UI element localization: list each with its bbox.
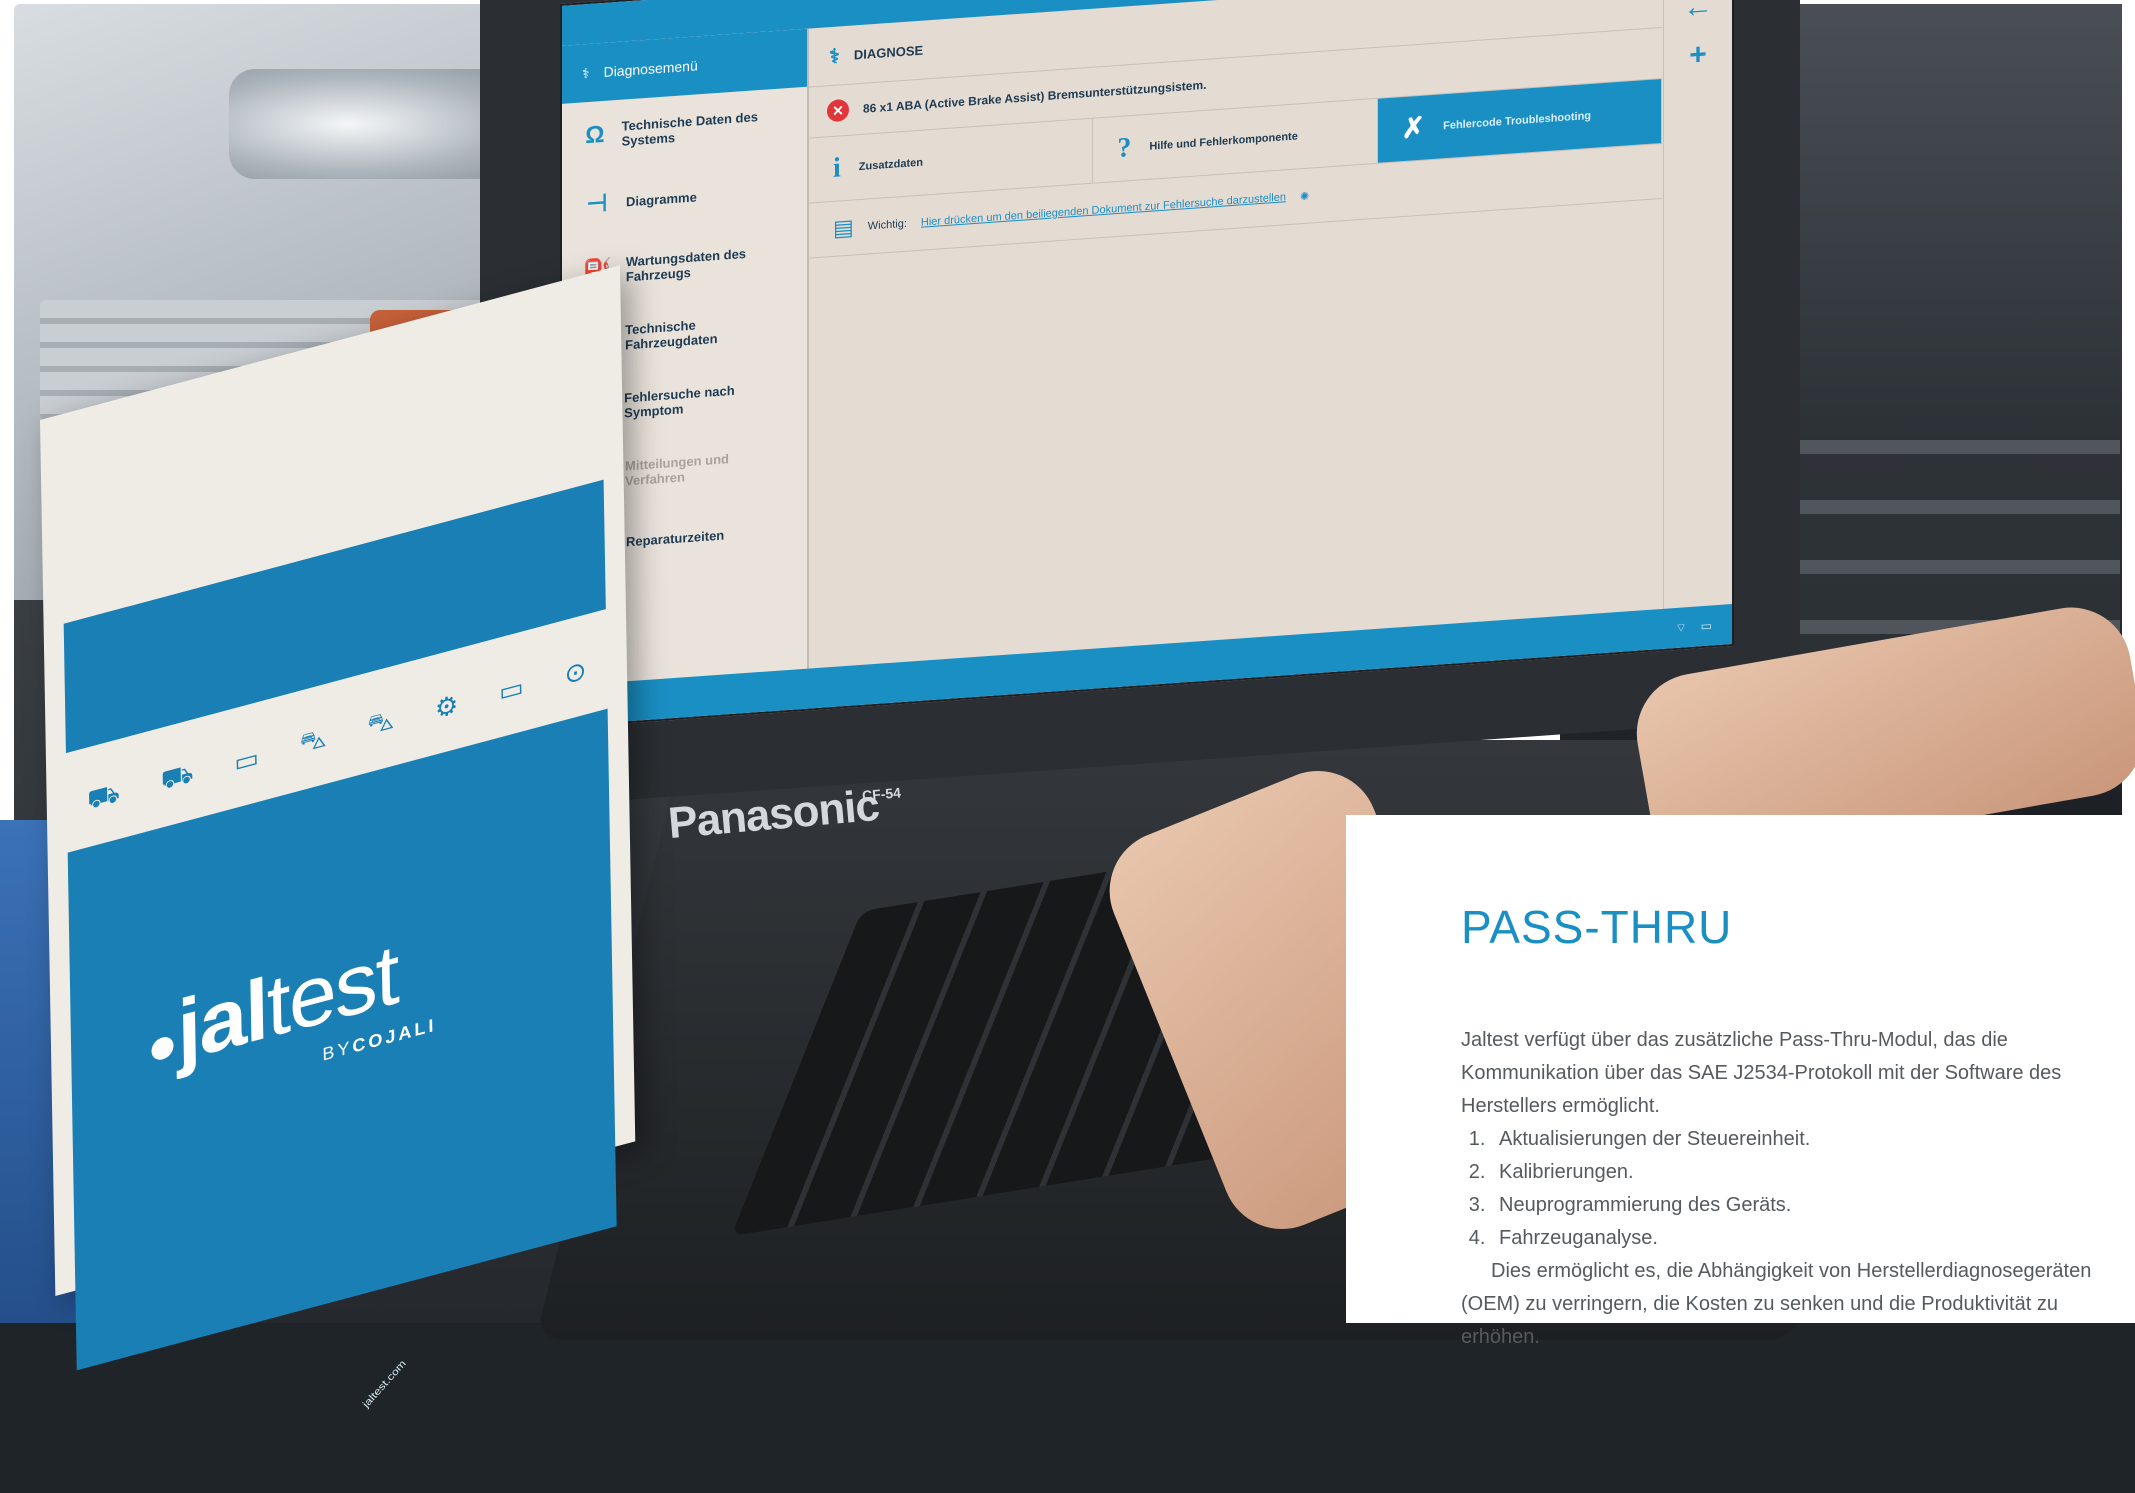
omega-icon: Ω	[585, 120, 605, 150]
car-icon: ⛍	[367, 703, 395, 741]
bus-icon: ▭	[234, 741, 260, 778]
list-item: Kalibrierungen.	[1491, 1156, 2111, 1189]
list-item: Neuprogrammierung des Geräts.	[1491, 1189, 2111, 1222]
battery-icon: ▭	[1700, 618, 1712, 634]
motorcycle-icon: ⊙	[564, 653, 587, 690]
list-item: Aktualisierungen der Steuereinheit.	[1491, 1123, 2111, 1156]
arrow-left-icon[interactable]: ←	[1683, 0, 1713, 25]
laptop-model: CF-54	[861, 784, 902, 804]
screen-side-toolbar: ← +	[1663, 0, 1732, 609]
wifi-icon: ⌔	[1675, 619, 1687, 635]
tools-icon: ✗	[1401, 112, 1426, 146]
jaltest-brochure: ⛟ ⛟ ▭ ⛍ ⛍ ⚙ ▭ ⊙ jaltest BYCOJALI jaltest…	[40, 265, 636, 1410]
question-icon: ?	[1117, 132, 1132, 165]
truck-icon: ⛟	[86, 776, 121, 815]
error-icon: ✕	[827, 98, 849, 123]
stethoscope-icon: ⚕	[582, 64, 590, 81]
truck-icon: ⛟	[160, 756, 194, 796]
diagnosis-panel: ⚕ DIAGNOSE ✕ 86 x1 ABA (Active Brake Ass…	[809, 0, 1662, 669]
list-item: Fahrzeuganalyse.	[1491, 1222, 2111, 1255]
pass-thru-card: PASS-THRU Jaltest verfügt über das zusät…	[1346, 815, 2135, 1348]
card-body: Jaltest verfügt über das zusätzliche Pas…	[1461, 1024, 2111, 1354]
laptop-screen: ⚕ Diagnosemenü Ω Technische Daten des Sy…	[560, 0, 1734, 728]
plus-icon[interactable]: +	[1689, 38, 1707, 73]
document-link[interactable]: Hier drücken um den beiliegenden Dokumen…	[921, 191, 1286, 229]
tractor-icon: ⚙	[434, 688, 459, 725]
card-outro: Dies ermöglicht es, die Abhängigkeit von…	[1461, 1260, 2092, 1348]
car-icon: ⛍	[299, 721, 327, 759]
feature-list: Aktualisierungen der Steuereinheit. Kali…	[1461, 1123, 2111, 1255]
card-intro: Jaltest verfügt über das zusätzliche Pas…	[1461, 1029, 2062, 1117]
logo-dot	[151, 1034, 174, 1063]
brochure-url: jaltest.com	[360, 1358, 409, 1410]
van-icon: ▭	[498, 670, 524, 708]
diagram-icon: ⊣	[586, 189, 608, 218]
document-stack-icon: ▤	[833, 214, 854, 241]
info-icon: i	[833, 152, 841, 184]
gear-icon: ✺	[1299, 190, 1310, 203]
stethoscope-icon: ⚕	[829, 44, 840, 68]
card-title: PASS-THRU	[1461, 901, 1733, 953]
